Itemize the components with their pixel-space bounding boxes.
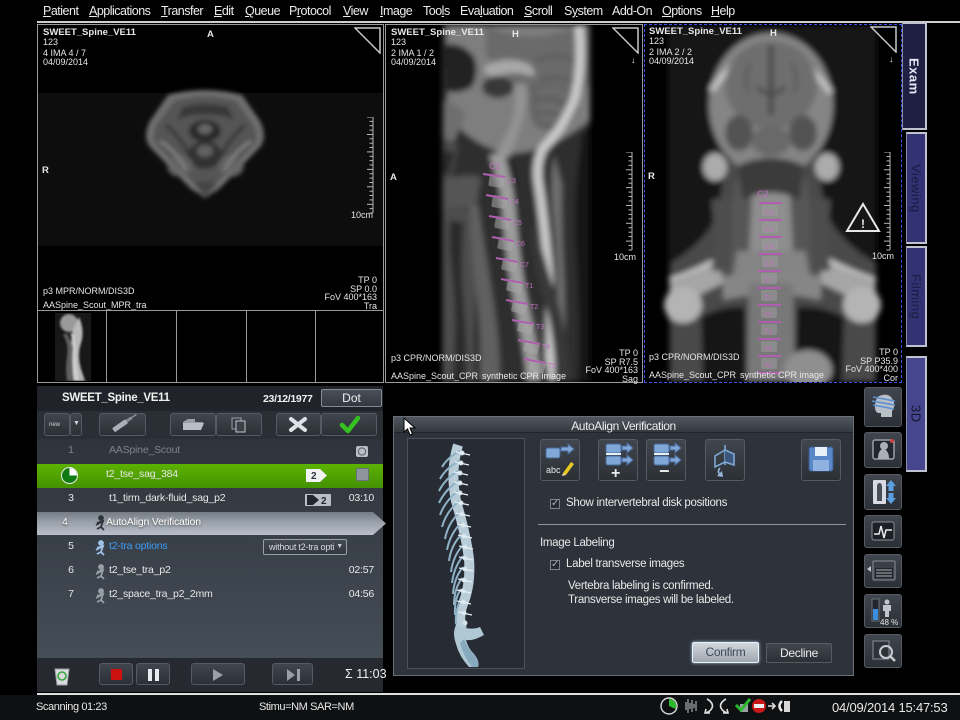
svg-text:T3: T3 bbox=[764, 329, 772, 336]
svg-text:C3: C3 bbox=[507, 178, 516, 185]
svg-text:C2: C2 bbox=[757, 189, 769, 199]
svg-text:T2: T2 bbox=[764, 312, 772, 319]
svg-text:C5: C5 bbox=[513, 220, 522, 227]
svg-text:T4: T4 bbox=[764, 346, 772, 353]
svg-text:C4: C4 bbox=[510, 199, 519, 206]
svg-text:T1: T1 bbox=[764, 295, 772, 302]
svg-text:C5: C5 bbox=[765, 244, 774, 251]
svg-text:C7: C7 bbox=[520, 262, 529, 269]
svg-text:C3: C3 bbox=[765, 210, 774, 217]
svg-text:!: ! bbox=[861, 217, 865, 231]
svg-text:T1: T1 bbox=[525, 283, 533, 290]
svg-text:abc: abc bbox=[546, 465, 561, 475]
svg-text:T5: T5 bbox=[548, 363, 556, 370]
svg-text:+: + bbox=[611, 465, 620, 480]
svg-text:T4: T4 bbox=[542, 344, 550, 351]
svg-text:C6: C6 bbox=[516, 241, 525, 248]
svg-text:T3: T3 bbox=[536, 324, 544, 331]
svg-text:2: 2 bbox=[311, 471, 317, 482]
svg-text:T5: T5 bbox=[764, 363, 772, 370]
svg-text:C2: C2 bbox=[489, 161, 501, 171]
svg-text:T2: T2 bbox=[530, 304, 538, 311]
svg-text:C4: C4 bbox=[765, 227, 774, 234]
svg-text:C6: C6 bbox=[765, 261, 774, 268]
svg-text:48 %: 48 % bbox=[880, 618, 898, 627]
svg-text:−: − bbox=[659, 461, 670, 480]
svg-text:2: 2 bbox=[321, 496, 327, 507]
svg-text:C7: C7 bbox=[764, 278, 773, 285]
